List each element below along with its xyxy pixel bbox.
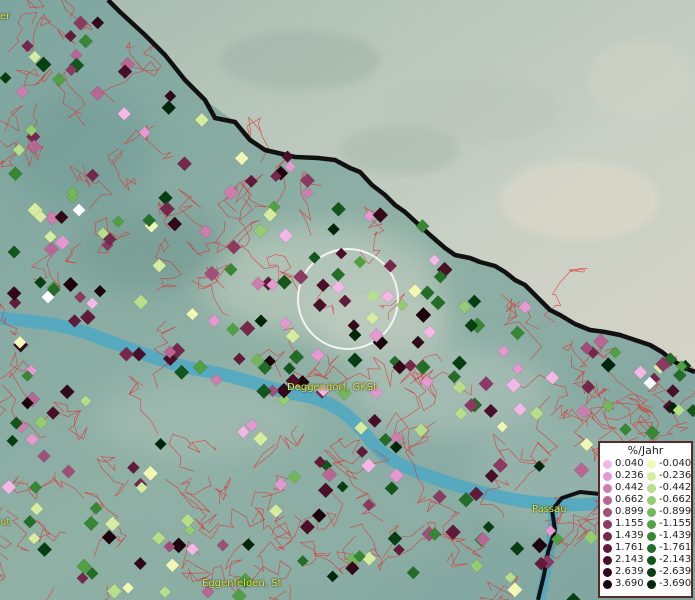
- legend-swatch: [603, 495, 612, 505]
- legend-row: 1.155 -1.155: [603, 518, 691, 530]
- legend-value: 2.639: [615, 566, 644, 577]
- legend-row: 0.662 -0.662: [603, 494, 691, 506]
- legend-swatch: [647, 567, 656, 577]
- legend-value: -2.143: [659, 554, 692, 565]
- legend-swatch: [603, 471, 612, 481]
- legend-entry-negative: -1.155: [647, 518, 691, 530]
- legend-entry-positive: 1.439: [603, 530, 647, 542]
- legend-entry-negative: -0.662: [647, 494, 691, 506]
- legend-row: 1.439 -1.439: [603, 530, 691, 542]
- legend-entry-negative: -0.236: [647, 470, 691, 482]
- legend-value: -1.155: [659, 518, 692, 529]
- legend-entry-negative: -0.040: [647, 458, 691, 470]
- legend-swatch: [603, 555, 612, 565]
- legend-row: 0.442 -0.442: [603, 482, 691, 494]
- legend-entry-positive: 2.639: [603, 566, 647, 578]
- legend-row: 1.761 -1.761: [603, 542, 691, 554]
- legend-entry-negative: -0.899: [647, 506, 691, 518]
- legend-swatch: [647, 543, 656, 553]
- legend-row: 0.040 -0.040: [603, 458, 691, 470]
- legend-swatch: [647, 579, 656, 589]
- legend-value: 0.899: [615, 506, 644, 517]
- legend-value: 3.690: [615, 578, 644, 589]
- place-label-partial-left: ut: [0, 517, 11, 528]
- legend-title: %/Jahr: [627, 444, 664, 457]
- legend-entry-negative: -2.639: [647, 566, 691, 578]
- legend-row: 0.899 -0.899: [603, 506, 691, 518]
- legend-value: 0.040: [615, 458, 644, 469]
- legend-value: 1.439: [615, 530, 644, 541]
- map-view[interactable]: Deggendorf, GKSt Passau Eggenfelden, St …: [0, 0, 695, 600]
- legend-value: 1.155: [615, 518, 644, 529]
- legend-entry-positive: 1.155: [603, 518, 647, 530]
- legend-swatch: [647, 471, 656, 481]
- legend-entry-positive: 1.761: [603, 542, 647, 554]
- legend-swatch: [647, 483, 656, 493]
- legend-value: -2.639: [659, 566, 692, 577]
- legend-value: -0.899: [659, 506, 692, 517]
- legend-row: 0.236 -0.236: [603, 470, 691, 482]
- legend-swatch: [603, 579, 612, 589]
- legend-row: 2.143 -2.143: [603, 554, 691, 566]
- map-legend: %/Jahr 0.040 -0.040 0.236 -0.236 0.442 -0.442…: [598, 441, 693, 598]
- legend-swatch: [603, 531, 612, 541]
- place-label-partial-top: er: [0, 11, 11, 22]
- legend-value: 1.761: [615, 542, 644, 553]
- legend-value: -0.040: [659, 458, 692, 469]
- legend-swatch: [647, 555, 656, 565]
- map-canvas[interactable]: [0, 0, 695, 600]
- legend-entry-negative: -1.761: [647, 542, 691, 554]
- legend-entry-negative: -3.690: [647, 578, 691, 590]
- legend-value: 0.236: [615, 470, 644, 481]
- legend-entry-positive: 3.690: [603, 578, 647, 590]
- legend-value: -0.662: [659, 494, 692, 505]
- legend-value: -0.442: [659, 482, 692, 493]
- legend-swatch: [603, 483, 612, 493]
- legend-rows: 0.040 -0.040 0.236 -0.236 0.442 -0.442 0.662 -0…: [603, 458, 691, 590]
- legend-value: -0.236: [659, 470, 692, 481]
- legend-entry-negative: -0.442: [647, 482, 691, 494]
- legend-swatch: [603, 519, 612, 529]
- place-label-eggenfelden: Eggenfelden, St: [202, 578, 282, 589]
- place-label-deggendorf: Deggendorf, GKSt: [287, 382, 378, 393]
- legend-value: -3.690: [659, 578, 692, 589]
- legend-swatch: [603, 459, 612, 469]
- legend-entry-positive: 0.442: [603, 482, 647, 494]
- legend-swatch: [647, 519, 656, 529]
- legend-entry-negative: -2.143: [647, 554, 691, 566]
- legend-swatch: [647, 531, 656, 541]
- legend-swatch: [647, 507, 656, 517]
- legend-value: -1.439: [659, 530, 692, 541]
- legend-entry-positive: 0.236: [603, 470, 647, 482]
- legend-swatch: [647, 495, 656, 505]
- legend-value: -1.761: [659, 542, 692, 553]
- legend-entry-positive: 0.040: [603, 458, 647, 470]
- legend-value: 2.143: [615, 554, 644, 565]
- legend-row: 2.639 -2.639: [603, 566, 691, 578]
- legend-entry-positive: 0.662: [603, 494, 647, 506]
- legend-entry-positive: 0.899: [603, 506, 647, 518]
- legend-swatch: [603, 567, 612, 577]
- place-label-passau: Passau: [532, 504, 567, 515]
- legend-swatch: [603, 507, 612, 517]
- legend-swatch: [603, 543, 612, 553]
- legend-entry-negative: -1.439: [647, 530, 691, 542]
- legend-value: 0.662: [615, 494, 644, 505]
- legend-value: 0.442: [615, 482, 644, 493]
- legend-row: 3.690 -3.690: [603, 578, 691, 590]
- legend-entry-positive: 2.143: [603, 554, 647, 566]
- legend-swatch: [647, 459, 656, 469]
